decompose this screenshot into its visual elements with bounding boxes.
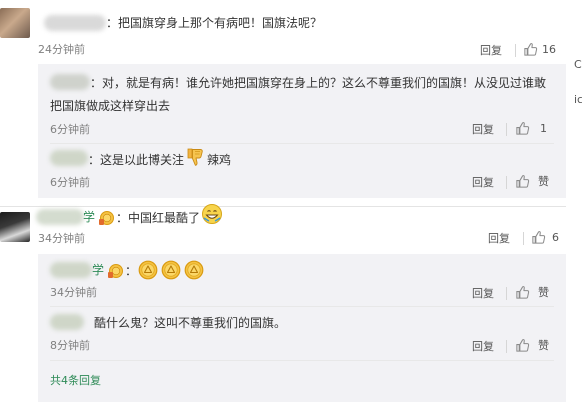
like-button[interactable]: 赞: [515, 173, 549, 189]
reply-divider: [50, 360, 554, 361]
like-count: 16: [542, 42, 556, 56]
reply-divider: [50, 306, 554, 307]
reply-button[interactable]: 回复: [488, 230, 510, 246]
thumbs-up-icon: [531, 230, 546, 245]
reply-text: ：: [125, 264, 138, 278]
reply-button[interactable]: 回复: [472, 338, 494, 354]
comment-divider: [0, 206, 566, 207]
like-button[interactable]: 赞: [515, 337, 549, 353]
avatar[interactable]: [0, 212, 30, 242]
reply-divider: [50, 143, 554, 144]
like-button[interactable]: 6: [531, 229, 559, 245]
separator: [506, 176, 507, 189]
medal-emoji: [184, 260, 204, 280]
comment-time: 24分钟前: [38, 43, 85, 56]
reply-time: 34分钟前: [50, 286, 97, 299]
thumbs-up-icon: [523, 42, 538, 57]
like-button[interactable]: 赞: [515, 284, 549, 300]
gold-medal-badge-icon: [108, 264, 123, 278]
separator: [523, 232, 524, 245]
like-button[interactable]: 1: [515, 120, 547, 136]
thumbs-up-icon: [515, 285, 530, 300]
separator: [506, 123, 507, 136]
separator: [515, 44, 516, 57]
reply-text-after: 辣鸡: [207, 153, 232, 167]
reply-text-before: ：这是以此博关注: [88, 153, 185, 167]
thumbs-down-emoji: [187, 148, 203, 166]
separator: [506, 340, 507, 353]
comment-text: ：中国红最酷了: [116, 211, 201, 225]
reply-button[interactable]: 回复: [472, 174, 494, 190]
like-count: 1: [540, 121, 547, 135]
reply-time: 8分钟前: [50, 339, 90, 352]
username-suffix[interactable]: 学: [92, 262, 104, 279]
username-suffix[interactable]: 学: [83, 209, 95, 226]
like-count: 6: [552, 230, 559, 244]
reply-text: 酷什么鬼？这叫不尊重我们的国旗。: [94, 316, 287, 330]
username-blurred[interactable]: [50, 262, 92, 278]
like-label: 赞: [538, 175, 549, 188]
thumbs-up-icon: [515, 338, 530, 353]
reply-time: 6分钟前: [50, 123, 90, 136]
thumbs-up-icon: [515, 174, 530, 189]
like-button[interactable]: 16: [523, 41, 556, 57]
username-blurred[interactable]: [44, 15, 106, 31]
reply-time: 6分钟前: [50, 176, 90, 189]
thumbs-up-icon: [515, 121, 530, 136]
comment-text: ：把国旗穿身上那个有病吧！国旗法呢？: [106, 16, 323, 30]
reply-button[interactable]: 回复: [480, 42, 502, 58]
like-label: 赞: [538, 339, 549, 352]
like-label: 赞: [538, 286, 549, 299]
separator: [506, 287, 507, 300]
medal-emoji: [161, 260, 181, 280]
reply-text-line1: ：对，就是有病！谁允许她把国旗穿在身上的？这么不尊重我们的国旗！从没见过谁敢: [90, 76, 547, 90]
comment-time: 34分钟前: [38, 232, 85, 245]
edge-glyph: C: [574, 58, 582, 71]
username-blurred[interactable]: [50, 314, 84, 330]
avatar[interactable]: [0, 8, 30, 38]
medal-emoji: [138, 260, 158, 280]
reply-button[interactable]: 回复: [472, 121, 494, 137]
gold-medal-badge-icon: [99, 211, 114, 225]
more-replies-link[interactable]: 共4条回复: [50, 372, 101, 388]
username-blurred[interactable]: [36, 209, 84, 225]
username-blurred[interactable]: [50, 74, 90, 90]
edge-glyph: ic: [574, 93, 582, 106]
username-blurred[interactable]: [50, 150, 88, 166]
grin-emoji: [202, 204, 222, 224]
reply-text-line2: 把国旗做成这样穿出去: [50, 99, 171, 113]
reply-button[interactable]: 回复: [472, 285, 494, 301]
